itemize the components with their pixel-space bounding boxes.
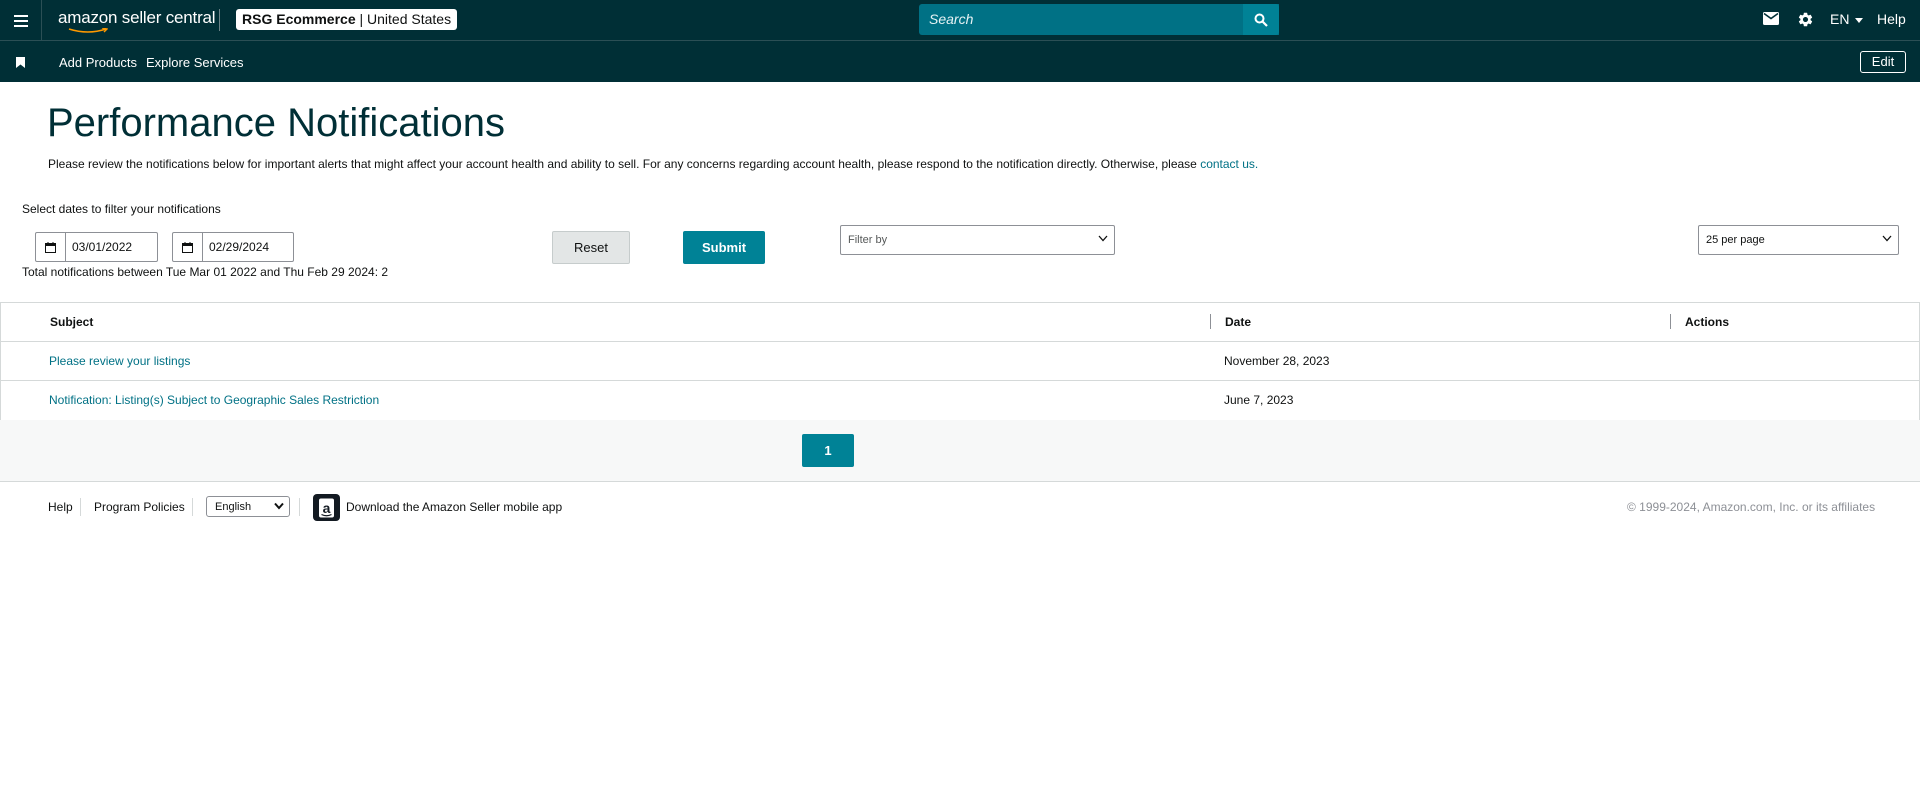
messages-button[interactable] xyxy=(1763,12,1779,30)
column-divider[interactable] xyxy=(1210,314,1211,329)
calendar-icon xyxy=(182,241,193,253)
notification-subject-link[interactable]: Notification: Listing(s) Subject to Geog… xyxy=(49,393,379,407)
account-name: RSG Ecommerce xyxy=(242,11,356,27)
page-1-button[interactable]: 1 xyxy=(802,434,854,467)
column-header-date[interactable]: Date xyxy=(1225,315,1251,329)
chevron-down-icon xyxy=(274,502,284,510)
footer-help-link[interactable]: Help xyxy=(48,500,73,514)
search-input[interactable] xyxy=(919,4,1279,35)
start-date-calendar-button[interactable] xyxy=(36,233,66,261)
bookmark-icon xyxy=(16,57,25,68)
pagination-bar: 1 xyxy=(0,420,1920,482)
language-code: EN xyxy=(1830,11,1850,27)
svg-text:a: a xyxy=(323,500,331,516)
calendar-icon xyxy=(45,241,56,253)
notification-date: June 7, 2023 xyxy=(1224,393,1294,407)
per-page-value: 25 per page xyxy=(1706,234,1765,246)
table-header-row: Subject Date Actions xyxy=(0,303,1920,342)
footer-divider xyxy=(299,498,300,516)
top-bar: amazon seller central RSG Ecommerce | Un… xyxy=(0,0,1920,41)
start-date-input[interactable] xyxy=(66,239,146,255)
footer: Help Program Policies English a Download… xyxy=(0,492,1920,524)
notification-subject-link[interactable]: Please review your listings xyxy=(49,354,190,368)
gear-icon xyxy=(1798,12,1813,27)
nav-add-products[interactable]: Add Products xyxy=(59,55,137,70)
hamburger-icon xyxy=(13,14,28,27)
reset-button[interactable]: Reset xyxy=(552,231,630,264)
column-header-subject[interactable]: Subject xyxy=(50,315,93,329)
chevron-down-icon xyxy=(1882,235,1892,242)
start-date-field[interactable] xyxy=(35,232,158,262)
edit-nav-button[interactable]: Edit xyxy=(1860,51,1906,73)
chevron-down-icon xyxy=(1098,235,1108,242)
notifications-table: Subject Date Actions Please review your … xyxy=(0,302,1920,421)
download-app-link[interactable]: Download the Amazon Seller mobile app xyxy=(346,500,562,514)
end-date-calendar-button[interactable] xyxy=(173,233,203,261)
seller-central-logo[interactable]: amazon seller central xyxy=(58,8,216,33)
notification-date: November 28, 2023 xyxy=(1224,354,1330,368)
column-divider[interactable] xyxy=(1670,314,1671,329)
submit-button[interactable]: Submit xyxy=(683,231,765,264)
bookmarks-button[interactable] xyxy=(16,55,25,73)
date-filter-label: Select dates to filter your notification… xyxy=(22,202,221,216)
per-page-select[interactable]: 25 per page xyxy=(1698,225,1899,255)
footer-divider xyxy=(80,498,81,516)
menu-button[interactable] xyxy=(0,0,42,41)
help-link[interactable]: Help xyxy=(1877,11,1906,27)
table-row: Please review your listings November 28,… xyxy=(0,342,1920,381)
language-switcher[interactable]: EN xyxy=(1830,11,1864,27)
end-date-field[interactable] xyxy=(172,232,294,262)
contact-us-link[interactable]: contact us. xyxy=(1200,157,1258,171)
filter-by-placeholder: Filter by xyxy=(848,234,888,246)
total-notifications-text: Total notifications between Tue Mar 01 2… xyxy=(22,265,389,279)
copyright-text: © 1999-2024, Amazon.com, Inc. or its aff… xyxy=(1627,500,1876,514)
amazon-app-icon[interactable]: a xyxy=(313,494,340,521)
amazon-a-logo-icon: a xyxy=(319,498,334,517)
filter-by-select[interactable]: Filter by xyxy=(840,225,1115,255)
header-divider xyxy=(219,9,220,31)
amazon-smile-icon xyxy=(68,28,108,33)
nav-explore-services[interactable]: Explore Services xyxy=(146,55,244,70)
search-button[interactable] xyxy=(1243,4,1279,35)
mail-icon xyxy=(1763,12,1779,25)
page-title: Performance Notifications xyxy=(47,101,505,145)
column-header-actions: Actions xyxy=(1685,315,1730,329)
nav-bar xyxy=(0,41,1920,82)
table-row: Notification: Listing(s) Subject to Geog… xyxy=(0,381,1920,420)
end-date-input[interactable] xyxy=(203,239,283,255)
search-icon xyxy=(1254,13,1268,27)
caret-down-icon xyxy=(1855,17,1864,23)
logo-text: amazon seller central xyxy=(58,8,216,27)
footer-language-select[interactable]: English xyxy=(206,496,290,517)
account-region: | United States xyxy=(359,11,452,27)
footer-language-value: English xyxy=(215,500,252,513)
footer-program-policies-link[interactable]: Program Policies xyxy=(94,500,185,514)
footer-divider xyxy=(192,498,193,516)
account-switcher[interactable]: RSG Ecommerce | United States xyxy=(236,9,458,30)
settings-button[interactable] xyxy=(1797,11,1814,33)
intro-paragraph: Please review the notifications below fo… xyxy=(48,157,1258,171)
intro-text: Please review the notifications below fo… xyxy=(48,157,1197,171)
